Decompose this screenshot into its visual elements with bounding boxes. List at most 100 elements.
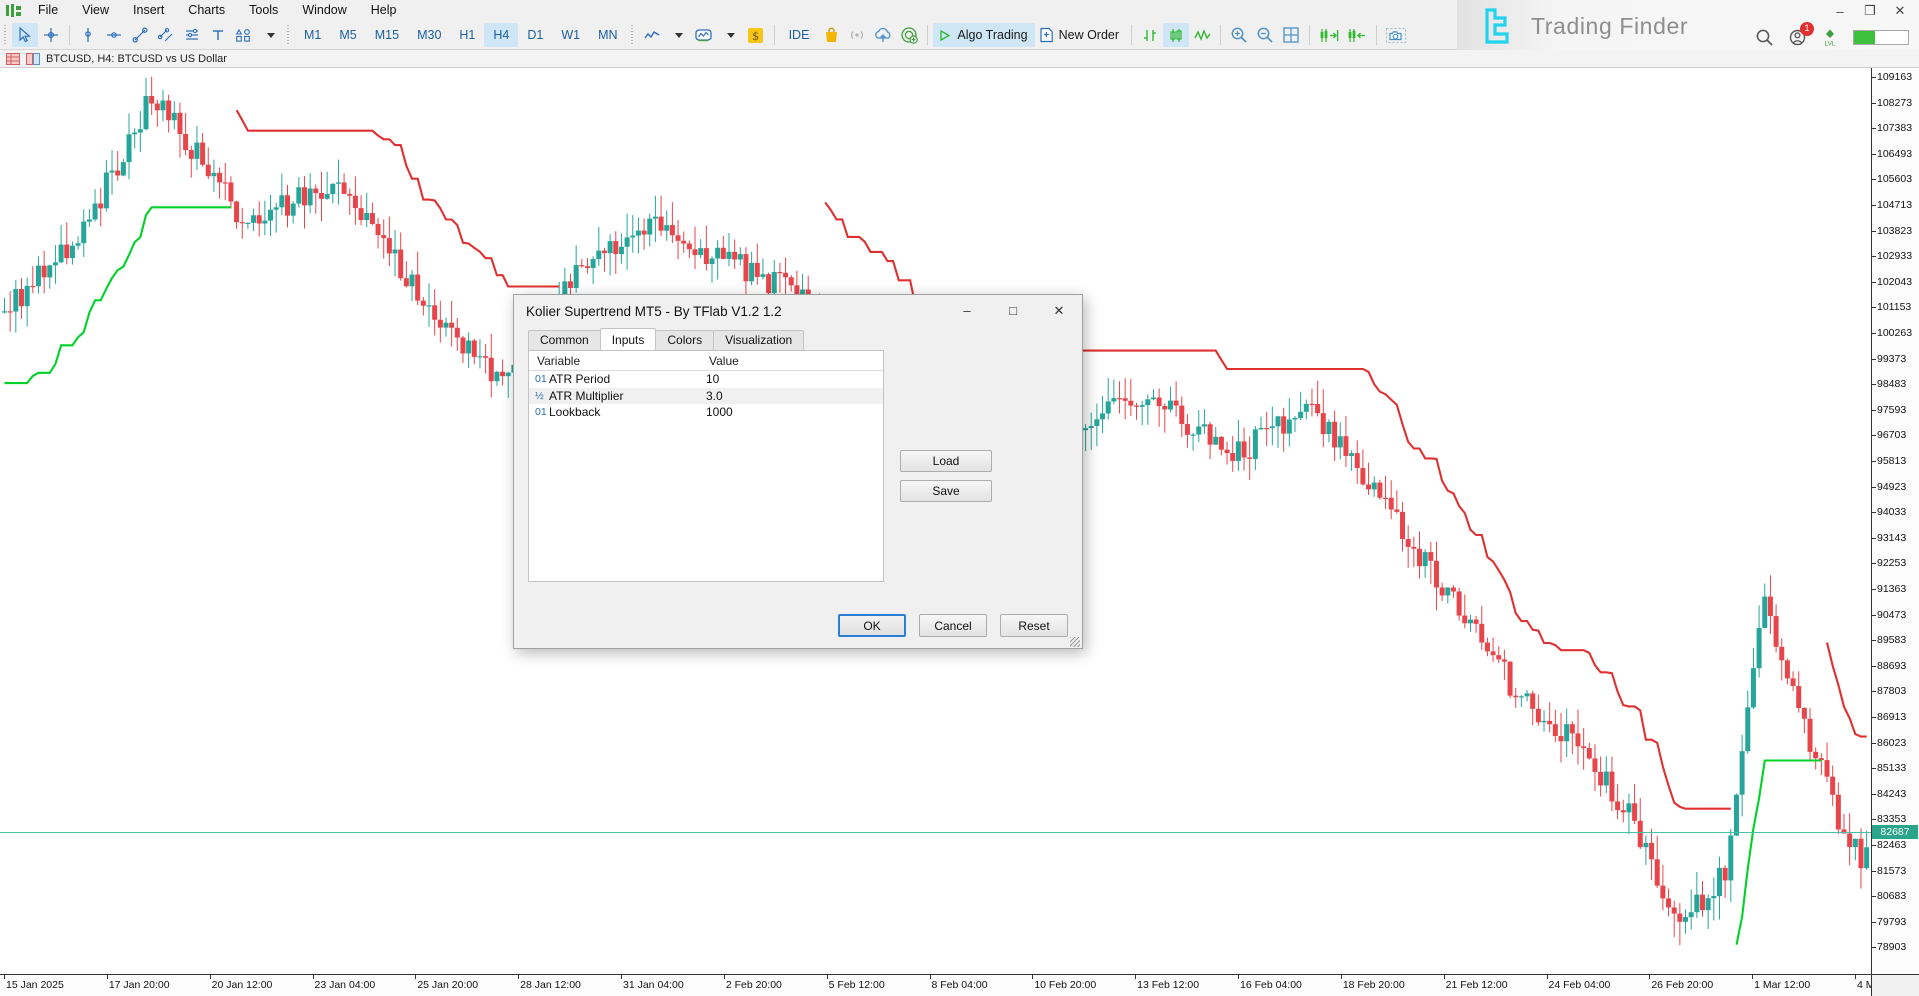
reset-button[interactable]: Reset bbox=[1000, 614, 1068, 637]
menu-insert[interactable]: Insert bbox=[121, 0, 176, 21]
chart-window-icon[interactable] bbox=[26, 53, 40, 65]
zoom-out-icon[interactable] bbox=[1252, 23, 1278, 47]
vps-add-icon[interactable] bbox=[896, 23, 922, 47]
row-value[interactable]: 10 bbox=[703, 372, 719, 386]
timeframe-d1[interactable]: D1 bbox=[518, 23, 552, 47]
line-chart-mode-icon[interactable] bbox=[1189, 23, 1215, 47]
cloud-upload-icon[interactable] bbox=[870, 23, 896, 47]
timeframe-h1[interactable]: H1 bbox=[450, 23, 484, 47]
shapes-icon[interactable] bbox=[231, 23, 257, 47]
toolbar-grip[interactable] bbox=[3, 25, 9, 45]
crosshair-icon[interactable] bbox=[38, 23, 64, 47]
text-tool-icon[interactable] bbox=[205, 23, 231, 47]
menu-tools[interactable]: Tools bbox=[237, 0, 290, 21]
vertical-line-icon[interactable] bbox=[75, 23, 101, 47]
candlestick-chart-icon[interactable] bbox=[1163, 23, 1189, 47]
cursor-icon[interactable] bbox=[12, 23, 38, 47]
axis-corner bbox=[1871, 974, 1919, 996]
search-icon[interactable] bbox=[1755, 28, 1774, 47]
ide-button[interactable]: IDE bbox=[780, 23, 819, 47]
timeframe-m30[interactable]: M30 bbox=[408, 23, 450, 47]
market-watch-icon[interactable] bbox=[6, 53, 20, 65]
price-tick-label: 100263 bbox=[1877, 327, 1912, 339]
tab-common[interactable]: Common bbox=[528, 330, 601, 350]
row-value[interactable]: 3.0 bbox=[703, 389, 723, 403]
bar-chart-icon[interactable] bbox=[1137, 23, 1163, 47]
close-button[interactable]: ✕ bbox=[1885, 0, 1915, 22]
tab-colors[interactable]: Colors bbox=[655, 330, 714, 350]
ok-button[interactable]: OK bbox=[838, 614, 906, 637]
price-tick-mark bbox=[1872, 333, 1876, 334]
level-meter-fill bbox=[1854, 31, 1875, 44]
indicators-icon[interactable] bbox=[691, 23, 717, 47]
scroll-shift-left-icon[interactable] bbox=[1343, 23, 1371, 47]
indicator-properties-dialog[interactable]: Kolier Supertrend MT5 - By TFlab V1.2 1.… bbox=[513, 294, 1083, 649]
timeframe-mn[interactable]: MN bbox=[589, 23, 626, 47]
scroll-end-right-icon[interactable] bbox=[1315, 23, 1343, 47]
timeframe-toolbar-grip[interactable] bbox=[286, 25, 292, 45]
fibonacci-icon[interactable] bbox=[179, 23, 205, 47]
table-row[interactable]: ½ ATR Multiplier 3.0 bbox=[529, 388, 883, 405]
menu-view[interactable]: View bbox=[70, 0, 121, 21]
timeframe-m5[interactable]: M5 bbox=[330, 23, 365, 47]
indicators-dropdown-arrow-icon[interactable] bbox=[717, 23, 743, 47]
shapes-dropdown-arrow-icon[interactable] bbox=[257, 23, 283, 47]
chart-type-toolbar-grip[interactable] bbox=[630, 25, 636, 45]
tab-inputs[interactable]: Inputs bbox=[600, 328, 657, 350]
tab-visualization[interactable]: Visualization bbox=[713, 330, 804, 350]
menu-charts[interactable]: Charts bbox=[176, 0, 237, 21]
dialog-close-button[interactable]: ✕ bbox=[1036, 295, 1082, 326]
time-tick-label: 2 Feb 20:00 bbox=[726, 979, 782, 991]
time-axis[interactable]: 15 Jan 202517 Jan 20:0020 Jan 12:0023 Ja… bbox=[0, 974, 1871, 996]
dialog-tabs: Common Inputs Colors Visualization bbox=[514, 328, 1082, 350]
dialog-title-bar[interactable]: Kolier Supertrend MT5 - By TFlab V1.2 1.… bbox=[514, 295, 1082, 328]
table-row[interactable]: 01 ATR Period 10 bbox=[529, 371, 883, 388]
price-tick-label: 91363 bbox=[1877, 583, 1906, 595]
price-tick-mark bbox=[1872, 384, 1876, 385]
signals-broadcast-icon[interactable] bbox=[844, 23, 870, 47]
menu-help[interactable]: Help bbox=[359, 0, 409, 21]
notifications-button[interactable]: 1 bbox=[1788, 28, 1807, 47]
trendline-icon[interactable] bbox=[127, 23, 153, 47]
horizontal-line-icon[interactable] bbox=[101, 23, 127, 47]
price-tick-mark bbox=[1872, 615, 1876, 616]
market-bag-icon[interactable] bbox=[818, 23, 844, 47]
trading-finder-logo-icon bbox=[1477, 6, 1519, 46]
supertrend-line bbox=[237, 110, 560, 286]
chart-type-dropdown-arrow-icon[interactable] bbox=[665, 23, 691, 47]
line-chart-icon[interactable] bbox=[639, 23, 665, 47]
timeframe-m1[interactable]: M1 bbox=[295, 23, 330, 47]
price-tick-mark bbox=[1872, 128, 1876, 129]
menu-file[interactable]: File bbox=[26, 0, 70, 21]
menu-window[interactable]: Window bbox=[290, 0, 358, 21]
timeframe-h4[interactable]: H4 bbox=[484, 23, 518, 47]
resize-grip[interactable] bbox=[1070, 637, 1080, 647]
time-tick-mark bbox=[415, 975, 416, 979]
minimize-button[interactable]: – bbox=[1825, 0, 1855, 22]
price-tick-mark bbox=[1872, 307, 1876, 308]
dialog-minimize-button[interactable]: – bbox=[944, 295, 990, 326]
tile-windows-icon[interactable] bbox=[1278, 23, 1304, 47]
dialog-maximize-button[interactable]: □ bbox=[990, 295, 1036, 326]
save-button[interactable]: Save bbox=[900, 480, 992, 502]
timeframe-w1[interactable]: W1 bbox=[552, 23, 589, 47]
zoom-in-icon[interactable] bbox=[1226, 23, 1252, 47]
timeframe-m15[interactable]: M15 bbox=[366, 23, 408, 47]
price-tick-mark bbox=[1872, 77, 1876, 78]
row-variable: ATR Multiplier bbox=[549, 389, 703, 403]
equidistant-channel-icon[interactable] bbox=[153, 23, 179, 47]
screenshot-icon[interactable] bbox=[1382, 23, 1410, 47]
market-watch-currency-icon[interactable]: $ bbox=[743, 23, 769, 47]
price-axis[interactable]: 1091631082731073831064931056031047131038… bbox=[1871, 68, 1919, 974]
table-row[interactable]: 01 Lookback 1000 bbox=[529, 404, 883, 421]
row-value[interactable]: 1000 bbox=[703, 405, 733, 419]
cancel-button[interactable]: Cancel bbox=[919, 614, 987, 637]
level-icon[interactable]: LVL bbox=[1821, 28, 1839, 47]
restore-button[interactable]: ❐ bbox=[1855, 0, 1885, 22]
load-button[interactable]: Load bbox=[900, 450, 992, 472]
algo-trading-button[interactable]: Algo Trading bbox=[933, 23, 1034, 47]
time-tick-mark bbox=[1444, 975, 1445, 979]
chart-tab-label[interactable]: BTCUSD, H4: BTCUSD vs US Dollar bbox=[46, 53, 227, 65]
price-tick-label: 87803 bbox=[1877, 685, 1906, 697]
new-order-button[interactable]: New Order bbox=[1035, 23, 1126, 47]
